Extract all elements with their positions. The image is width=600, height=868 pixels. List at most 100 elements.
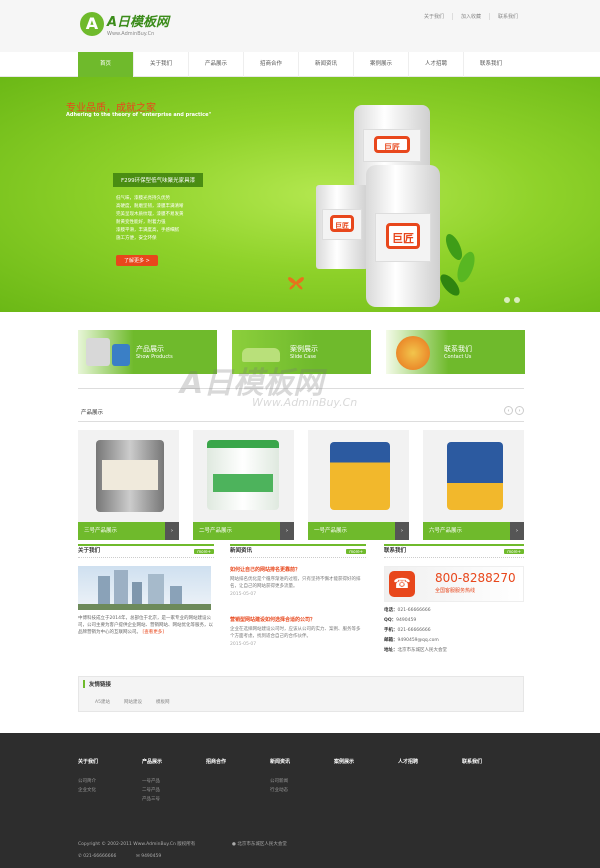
footer-link[interactable]: 产品三号 xyxy=(142,795,206,804)
product-arrow-icon[interactable]: › xyxy=(165,522,179,540)
footer-col-heading[interactable]: 联系我们 xyxy=(462,758,526,765)
banner-product-tag: F299环保型低气味聚光家具漆 xyxy=(113,173,204,187)
top-link-favorite[interactable]: 加入收藏 xyxy=(451,13,489,20)
banner-bullet: 低气味，漆膜光亮持久优势 xyxy=(116,196,170,201)
product-caption: 二号产品展示 xyxy=(199,528,233,534)
news-header: 新闻资讯 more+ xyxy=(230,544,366,558)
banner-dot[interactable] xyxy=(504,297,510,303)
banner-bullet: 高硬度，耐磨坚韧，漆膜丰满清晰 xyxy=(116,204,184,209)
about-header: 关于我们 more+ xyxy=(78,544,214,558)
footer-col-heading[interactable]: 人才招聘 xyxy=(398,758,462,765)
hotline-banner: ☎ 800-8288270 全国客服服务热线 xyxy=(384,566,524,602)
product-card[interactable]: 三号产品展示 › xyxy=(78,430,179,540)
paint-can-small-image: 巨匠 xyxy=(316,185,368,269)
nav-item-news[interactable]: 新闻资讯 xyxy=(298,52,353,77)
about-image xyxy=(78,566,211,610)
product-caption: 六号产品展示 xyxy=(429,528,463,534)
footer-col-heading[interactable]: 产品展示 xyxy=(142,758,206,765)
feature-contact[interactable]: 联系我们 Contact Us xyxy=(386,330,525,374)
product-card[interactable]: 二号产品展示 › xyxy=(193,430,294,540)
can-label: 巨匠 xyxy=(329,214,354,233)
paint-can-large-image: 巨匠 xyxy=(366,165,440,307)
news-title[interactable]: 营销型网站建设如何选择合适的公司？ xyxy=(230,616,364,623)
banner-bullet: 施工方便，安全环保 xyxy=(116,236,157,241)
footer-col: 招商合作 xyxy=(206,758,270,804)
footer-col: 联系我们 xyxy=(462,758,526,804)
nav-item-cases[interactable]: 案例展示 xyxy=(353,52,408,77)
product-card[interactable]: 六号产品展示 › xyxy=(423,430,524,540)
friend-link[interactable]: A5建站 xyxy=(95,699,110,705)
site-header: A A日模板网 Www.AdminBuy.Cn 关于我们 加入收藏 联系我们 xyxy=(0,0,600,52)
products-next-button[interactable]: › xyxy=(515,406,524,415)
contact-more-button[interactable]: more+ xyxy=(504,549,524,554)
nav-item-about[interactable]: 关于我们 xyxy=(133,52,188,77)
logo-url: Www.AdminBuy.Cn xyxy=(107,31,155,37)
can-label: 巨匠 xyxy=(385,222,421,250)
footer-copyright: Copyright © 2002-2011 Www.AdminBuy.Cn 版权… xyxy=(78,842,196,847)
contact-header: 联系我们 more+ xyxy=(384,544,524,558)
feature-title: 案例展示 xyxy=(290,345,318,353)
leaves-icon xyxy=(440,234,475,296)
top-link-about[interactable]: 关于我们 xyxy=(416,13,452,20)
footer-link[interactable]: 二号产品 xyxy=(142,786,206,795)
feature-sub: Contact Us xyxy=(444,354,472,360)
product-arrow-icon[interactable]: › xyxy=(280,522,294,540)
banner-more-button[interactable]: 了解更多 > xyxy=(116,255,158,266)
products-heading: 产品展示 xyxy=(81,410,104,416)
nav-item-jobs[interactable]: 人才招聘 xyxy=(408,52,463,77)
footer-col-heading[interactable]: 招商合作 xyxy=(206,758,270,765)
nav-item-contact[interactable]: 联系我们 xyxy=(463,52,518,77)
main-nav: 首页 关于我们 产品展示 招商合作 新闻资讯 案例展示 人才招聘 联系我们 xyxy=(0,52,600,77)
footer-col-heading[interactable]: 案例展示 xyxy=(334,758,398,765)
footer-col: 关于我们 公司简介 企业文化 xyxy=(78,758,142,804)
product-arrow-icon[interactable]: › xyxy=(510,522,524,540)
footer-col: 产品展示 一号产品 二号产品 产品三号 xyxy=(142,758,206,804)
banner-subtitle: Adhering to the theory of "enterprise an… xyxy=(66,112,212,118)
about-text: 中博科技成立于2014年，总部位于北京，是一家专业的网站建设公司，公司主要为客户… xyxy=(78,615,213,636)
nav-item-cooperation[interactable]: 招商合作 xyxy=(243,52,298,77)
contact-heading: 联系我们 xyxy=(384,548,407,554)
news-title[interactable]: 如何让自己的网站排名更靠前？ xyxy=(230,566,364,573)
hero-banner[interactable]: 专业品质，成就之家 Adhering to the theory of "ent… xyxy=(0,77,600,312)
news-item[interactable]: 如何让自己的网站排名更靠前？ 网站排名优化是个循序渐进的过程，只有坚持不懈才能获… xyxy=(230,566,364,597)
news-desc: 网站排名优化是个循序渐进的过程，只有坚持不懈才能获得好的排名，让自己的网站获得更… xyxy=(230,577,361,589)
about-heading: 关于我们 xyxy=(78,548,101,554)
contact-row: 邮箱：9490459@qq.com xyxy=(384,638,439,643)
footer-link[interactable]: 企业文化 xyxy=(78,786,142,795)
friend-links-heading: 友情链接 xyxy=(83,680,111,688)
footer-link[interactable]: 一号产品 xyxy=(142,777,206,786)
feature-title: 产品展示 xyxy=(136,345,164,353)
footer-link[interactable]: 行业动态 xyxy=(270,786,334,795)
friend-link[interactable]: 模板网 xyxy=(156,699,170,705)
product-image xyxy=(447,442,503,510)
nav-item-home[interactable]: 首页 xyxy=(78,52,133,77)
feature-title: 联系我们 xyxy=(444,345,472,353)
news-desc: 企业在选择网站建设公司时，应该从公司的实力、案例、服务等多个方面考虑，找到适合自… xyxy=(230,627,361,639)
product-arrow-icon[interactable]: › xyxy=(395,522,409,540)
banner-bullet: 耐黄变性能好，附着力强 xyxy=(116,220,166,225)
footer-col-heading[interactable]: 关于我们 xyxy=(78,758,142,765)
logo[interactable]: A A日模板网 Www.AdminBuy.Cn xyxy=(80,11,169,37)
product-label-image xyxy=(213,474,273,492)
footer-link[interactable]: 公司简介 xyxy=(78,777,142,786)
butterfly-icon xyxy=(288,277,304,290)
footer-col-heading[interactable]: 新闻资讯 xyxy=(270,758,334,765)
footer-link[interactable]: 公司新闻 xyxy=(270,777,334,786)
footer-qq: ✉ 9490459 xyxy=(136,854,162,859)
product-card[interactable]: 一号产品展示 › xyxy=(308,430,409,540)
logo-mark: A xyxy=(80,12,104,36)
product-label-image xyxy=(102,460,158,490)
banner-bullet: 漆膜平滑，丰满度高，手感细腻 xyxy=(116,228,179,233)
footer-col: 人才招聘 xyxy=(398,758,462,804)
products-prev-button[interactable]: ‹ xyxy=(504,406,513,415)
about-read-more-link[interactable]: [查看更多] xyxy=(142,630,164,635)
news-more-button[interactable]: more+ xyxy=(346,549,366,554)
friend-link[interactable]: 网站建设 xyxy=(124,699,142,705)
nav-item-products[interactable]: 产品展示 xyxy=(188,52,243,77)
news-item[interactable]: 营销型网站建设如何选择合适的公司？ 企业在选择网站建设公司时，应该从公司的实力、… xyxy=(230,616,364,647)
banner-dot[interactable] xyxy=(514,297,520,303)
contact-row: 手机：021-66666666 xyxy=(384,628,431,633)
about-more-button[interactable]: more+ xyxy=(194,549,214,554)
top-link-contact[interactable]: 联系我们 xyxy=(488,13,526,20)
contact-row: 地址：北京市东城区人民大会堂 xyxy=(384,648,447,653)
